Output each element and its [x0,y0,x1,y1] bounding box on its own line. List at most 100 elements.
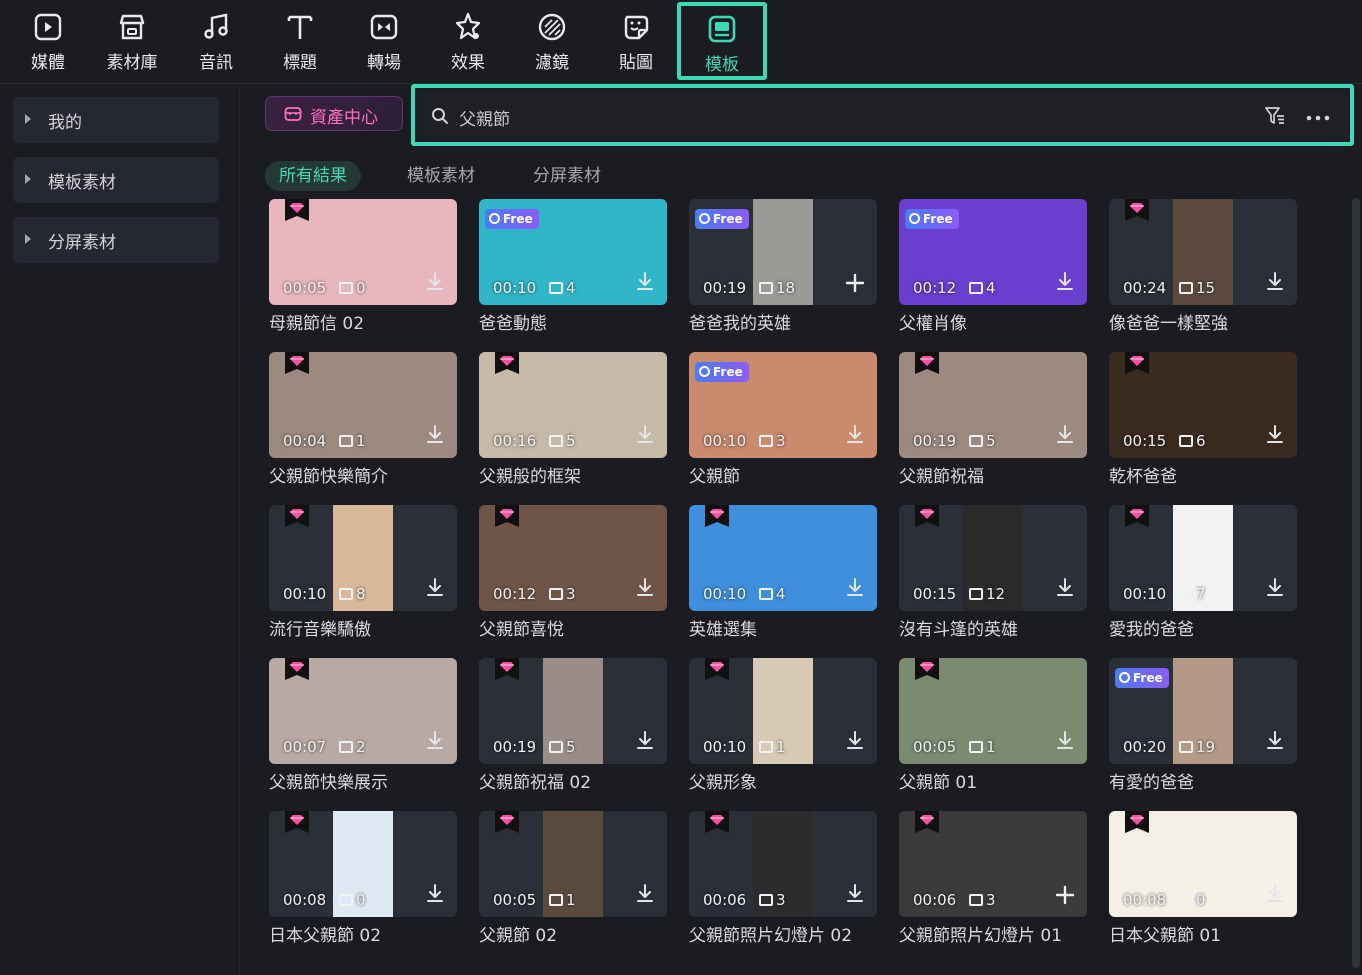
template-thumbnail[interactable]: 00:10 4 [689,505,877,611]
download-icon[interactable] [845,883,865,905]
toolbar-tab-1[interactable]: 素材庫 [98,6,166,76]
download-icon[interactable] [1055,577,1075,599]
template-card[interactable]: Free 00:10 3 父親節 [689,352,877,502]
template-card[interactable]: 00:12 3 父親節喜悅 [479,505,667,655]
template-card[interactable]: Free 00:10 4 爸爸動態 [479,199,667,349]
clip-count-value: 15 [1196,279,1216,297]
scrollbar[interactable] [1352,198,1360,968]
download-icon[interactable] [1265,883,1285,905]
template-thumbnail[interactable]: 00:08 0 [269,811,457,917]
template-thumbnail[interactable]: 00:06 3 [689,811,877,917]
template-thumbnail[interactable]: 00:05 0 [269,199,457,305]
template-thumbnail[interactable]: 00:19 5 [479,658,667,764]
clip-icon [549,588,563,600]
download-icon[interactable] [1055,271,1075,293]
template-thumbnail[interactable]: Free 00:10 3 [689,352,877,458]
template-thumbnail[interactable]: 00:24 15 [1109,199,1297,305]
template-card[interactable]: 00:10 8 流行音樂驕傲 [269,505,457,655]
template-thumbnail[interactable]: 00:10 7 [1109,505,1297,611]
template-thumbnail[interactable]: 00:07 2 [269,658,457,764]
template-card[interactable]: 00:15 6 乾杯爸爸 [1109,352,1297,502]
duration-label: 00:19 [493,738,537,756]
template-card[interactable]: Free 00:12 4 父權肖像 [899,199,1087,349]
template-card[interactable]: 00:08 0 日本父親節 01 [1109,811,1297,961]
template-thumbnail[interactable]: 00:16 5 [479,352,667,458]
more-options-icon[interactable] [1306,115,1330,121]
template-card[interactable]: 00:10 1 父親形象 [689,658,877,808]
template-thumbnail[interactable]: 00:04 1 [269,352,457,458]
template-thumbnail[interactable]: 00:15 12 [899,505,1087,611]
template-thumbnail[interactable]: Free 00:20 19 [1109,658,1297,764]
template-card[interactable]: 00:08 0 日本父親節 02 [269,811,457,961]
download-icon[interactable] [425,424,445,446]
download-icon[interactable] [425,883,445,905]
result-tab-0[interactable]: 所有結果 [265,161,361,191]
download-icon[interactable] [845,577,865,599]
asset-center-button[interactable]: 資產中心 [265,96,403,131]
template-card[interactable]: 00:15 12 沒有斗篷的英雄 [899,505,1087,655]
template-card[interactable]: Free 00:20 19 有愛的爸爸 [1109,658,1297,808]
toolbar-tab-8[interactable]: 模板 [677,2,767,80]
template-card[interactable]: 00:10 4 英雄選集 [689,505,877,655]
toolbar-tab-6[interactable]: 濾鏡 [518,6,586,76]
template-card[interactable]: 00:19 5 父親節祝福 [899,352,1087,502]
download-icon[interactable] [845,730,865,752]
template-card[interactable]: 00:06 3 父親節照片幻燈片 01 [899,811,1087,961]
sidebar-item-1[interactable]: 模板素材 [13,157,219,203]
download-icon[interactable] [635,577,655,599]
download-icon[interactable] [425,271,445,293]
download-icon[interactable] [425,577,445,599]
download-icon[interactable] [1265,271,1285,293]
result-tab-2[interactable]: 分屏素材 [519,161,615,191]
template-card[interactable]: 00:05 1 父親節 01 [899,658,1087,808]
template-thumbnail[interactable]: 00:12 3 [479,505,667,611]
sidebar-item-0[interactable]: 我的 [13,97,219,143]
template-card[interactable]: 00:05 0 母親節信 02 [269,199,457,349]
template-thumbnail[interactable]: 00:15 6 [1109,352,1297,458]
clip-count: 3 [549,585,576,603]
sidebar-item-2[interactable]: 分屏素材 [13,217,219,263]
download-icon[interactable] [1265,577,1285,599]
download-icon[interactable] [1055,730,1075,752]
toolbar-tab-5[interactable]: 效果 [434,6,502,76]
search-input[interactable] [459,102,1239,132]
template-thumbnail[interactable]: 00:10 8 [269,505,457,611]
template-card[interactable]: 00:10 7 愛我的爸爸 [1109,505,1297,655]
download-icon[interactable] [635,883,655,905]
toolbar-tab-0[interactable]: 媒體 [14,6,82,76]
download-icon[interactable] [1055,424,1075,446]
download-icon[interactable] [1265,730,1285,752]
template-thumbnail[interactable]: 00:06 3 [899,811,1087,917]
template-thumbnail[interactable]: 00:08 0 [1109,811,1297,917]
filter-options-icon[interactable] [1264,105,1286,127]
template-thumbnail[interactable]: 00:10 1 [689,658,877,764]
download-icon[interactable] [635,424,655,446]
template-card[interactable]: Free 00:19 18 爸爸我的英雄 [689,199,877,349]
template-card[interactable]: 00:06 3 父親節照片幻燈片 02 [689,811,877,961]
toolbar-tab-4[interactable]: 轉場 [350,6,418,76]
add-icon[interactable] [845,273,865,293]
result-tab-1[interactable]: 模板素材 [393,161,489,191]
template-card[interactable]: 00:19 5 父親節祝福 02 [479,658,667,808]
download-icon[interactable] [845,424,865,446]
template-card[interactable]: 00:05 1 父親節 02 [479,811,667,961]
download-icon[interactable] [1265,424,1285,446]
download-icon[interactable] [425,730,445,752]
template-card[interactable]: 00:24 15 像爸爸一樣堅強 [1109,199,1297,349]
template-card[interactable]: 00:16 5 父親般的框架 [479,352,667,502]
toolbar-tab-3[interactable]: 標題 [266,6,334,76]
download-icon[interactable] [635,730,655,752]
template-thumbnail[interactable]: Free 00:19 18 [689,199,877,305]
toolbar-tab-7[interactable]: 貼圖 [602,6,670,76]
toolbar-tab-2[interactable]: 音訊 [182,6,250,76]
template-thumbnail[interactable]: Free 00:10 4 [479,199,667,305]
template-thumbnail[interactable]: 00:19 5 [899,352,1087,458]
template-card[interactable]: 00:04 1 父親節快樂簡介 [269,352,457,502]
clip-count: 4 [549,279,576,297]
template-thumbnail[interactable]: 00:05 1 [479,811,667,917]
download-icon[interactable] [635,271,655,293]
template-thumbnail[interactable]: 00:05 1 [899,658,1087,764]
add-icon[interactable] [1055,885,1075,905]
template-card[interactable]: 00:07 2 父親節快樂展示 [269,658,457,808]
template-thumbnail[interactable]: Free 00:12 4 [899,199,1087,305]
